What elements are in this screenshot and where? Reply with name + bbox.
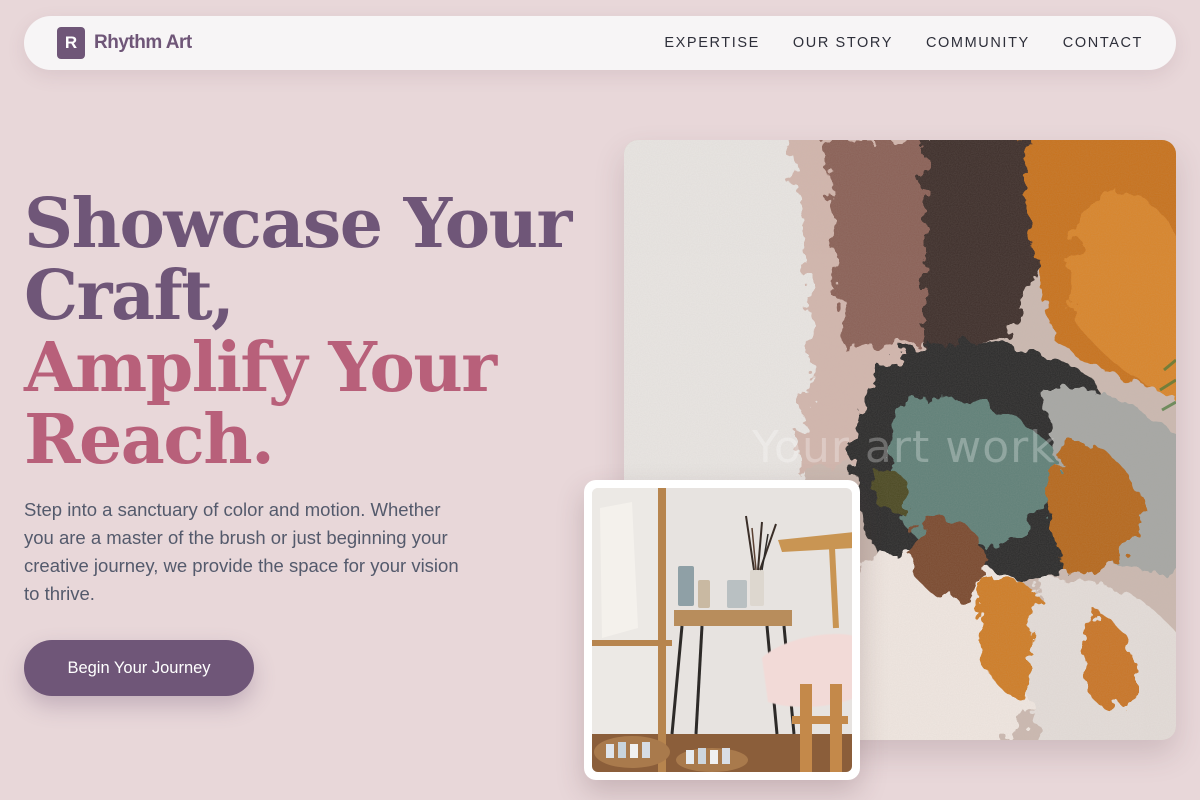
brand-name: Rhythm Art bbox=[94, 32, 192, 53]
begin-journey-button[interactable]: Begin Your Journey bbox=[24, 640, 254, 696]
art-studio-photo bbox=[592, 488, 852, 772]
headline-line-1: Showcase Your bbox=[24, 184, 572, 264]
headline-line-4: Reach. bbox=[24, 400, 275, 480]
top-navigation-bar: R Rhythm Art EXPERTISE OUR STORY COMMUNI… bbox=[24, 16, 1176, 70]
painting-watermark-text: Your art work bbox=[752, 422, 1056, 473]
nav-links: EXPERTISE OUR STORY COMMUNITY CONTACT bbox=[664, 35, 1143, 51]
hero-lead-paragraph: Step into a sanctuary of color and motio… bbox=[24, 499, 459, 604]
nav-link-expertise[interactable]: EXPERTISE bbox=[664, 35, 760, 51]
nav-link-contact[interactable]: CONTACT bbox=[1063, 35, 1143, 51]
brand-logo[interactable]: R Rhythm Art bbox=[57, 27, 192, 59]
hero-headline: Showcase Your Craft, Amplify Your Reach. bbox=[24, 188, 584, 476]
landing-page: R Rhythm Art EXPERTISE OUR STORY COMMUNI… bbox=[0, 0, 1200, 800]
nav-link-community[interactable]: COMMUNITY bbox=[926, 35, 1030, 51]
nav-link-our-story[interactable]: OUR STORY bbox=[793, 35, 893, 51]
art-studio-photo-icon bbox=[592, 488, 852, 772]
logo-mark-icon: R bbox=[57, 27, 85, 59]
headline-line-2: Craft, bbox=[24, 256, 235, 336]
studio-photo-card bbox=[584, 480, 860, 780]
headline-line-3: Amplify Your bbox=[24, 328, 497, 408]
